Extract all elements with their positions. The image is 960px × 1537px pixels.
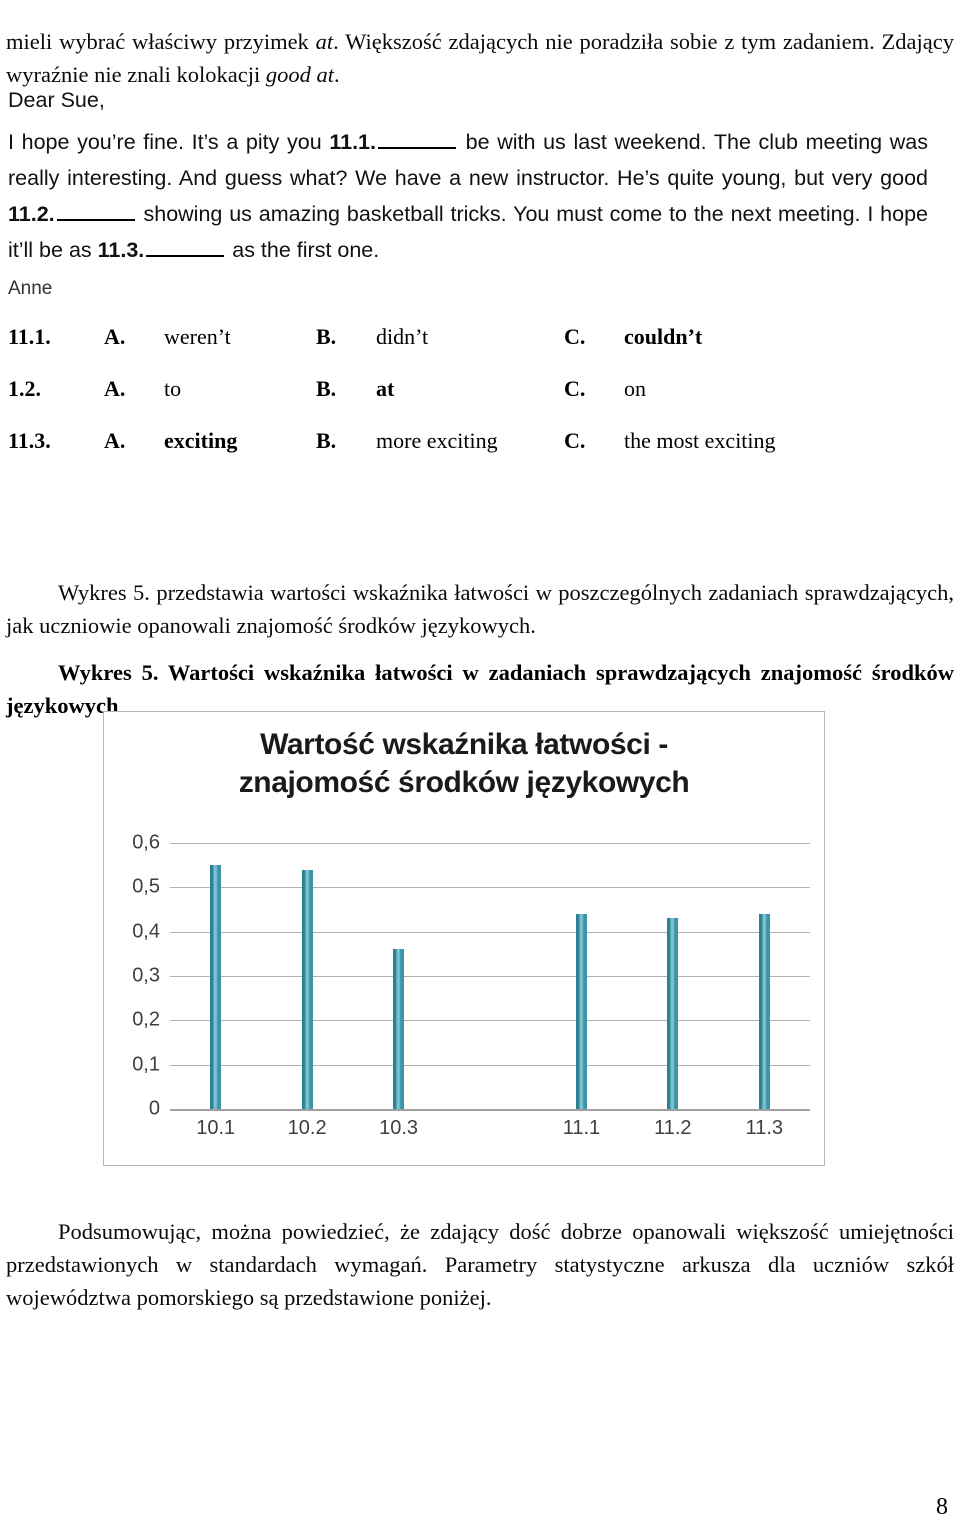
intro-text-1: mieli wybrać właściwy przyimek — [6, 28, 316, 54]
option-text: more exciting — [376, 428, 498, 453]
option-letter: A. — [104, 428, 126, 453]
answer-row-question: 11.3. — [8, 428, 51, 453]
chart-y-tick-label: 0 — [148, 1097, 160, 1120]
option-letter: A. — [104, 324, 126, 349]
answer-row: 11.3. A. exciting B. more exciting C. th… — [8, 428, 868, 480]
chart-bars — [170, 843, 810, 1109]
answer-row-question: 1.2. — [8, 376, 41, 401]
chart-title: Wartość wskaźnika łatwości - znajomość ś… — [104, 726, 824, 802]
option-letter: C. — [564, 428, 586, 453]
answer-option[interactable]: B. didn’t — [316, 324, 564, 350]
document-page: mieli wybrać właściwy przyimek at. Więks… — [0, 0, 960, 1537]
chart-container: Wartość wskaźnika łatwości - znajomość ś… — [103, 711, 825, 1166]
answer-option[interactable]: C. the most exciting — [564, 428, 776, 454]
chart-bar — [758, 913, 770, 1109]
wykres-intro-paragraph: Wykres 5. przedstawia wartości wskaźnika… — [6, 579, 954, 638]
intro-paragraph: mieli wybrać właściwy przyimek at. Więks… — [6, 25, 954, 91]
answer-option[interactable]: A. exciting — [104, 428, 316, 454]
chart-y-tick-label: 0,5 — [132, 875, 160, 898]
option-text: couldn’t — [624, 324, 703, 349]
answer-option[interactable]: C. on — [564, 376, 646, 402]
letter-segment-4: as the first one. — [226, 238, 380, 262]
chart-x-tick-label: 10.3 — [379, 1117, 419, 1139]
option-text: the most exciting — [624, 428, 776, 453]
option-text: weren’t — [164, 324, 231, 349]
gap-number-11-3: 11.3. — [97, 238, 145, 262]
answer-option[interactable]: A. to — [104, 376, 316, 402]
chart-y-axis-labels: 0,6 0,5 0,4 0,3 0,2 0,1 0 — [104, 832, 164, 1120]
chart-x-tick-label: 10.1 — [196, 1117, 236, 1139]
chart-bar — [667, 918, 679, 1109]
chart-title-line-1: Wartość wskaźnika łatwości - — [260, 728, 668, 761]
option-text: on — [624, 376, 646, 401]
gap-blank-11-3[interactable] — [146, 239, 225, 257]
chart-x-tick-label: 11.1 — [562, 1117, 601, 1139]
option-text: didn’t — [376, 324, 429, 349]
gap-blank-11-2[interactable] — [56, 203, 135, 221]
answer-row: 1.2. A. to B. at C. on — [8, 376, 868, 428]
gap-number-11-2: 11.2. — [8, 202, 55, 226]
chart-plot-wrapper: 0,6 0,5 0,4 0,3 0,2 0,1 0 10.1 10.2 10.3 11.1 11.2… — [104, 832, 826, 1165]
option-letter: B. — [316, 376, 337, 401]
chart-y-tick-label: 0,2 — [132, 1008, 160, 1031]
chart-y-tick-label: 0,6 — [132, 831, 160, 854]
option-text: to — [164, 376, 182, 401]
answer-option[interactable]: A. weren’t — [104, 324, 316, 350]
option-letter: B. — [316, 324, 337, 349]
option-letter: C. — [564, 324, 586, 349]
option-text: exciting — [164, 428, 238, 453]
closing-paragraph: Podsumowując, można powiedzieć, że zdają… — [6, 1218, 954, 1310]
answer-option[interactable]: B. at — [316, 376, 564, 402]
chart-x-axis-labels: 10.1 10.2 10.3 11.1 11.2 11.3 — [170, 1117, 810, 1157]
answer-row-question: 11.1. — [8, 324, 51, 349]
page-number: 8 — [936, 1494, 948, 1520]
answer-options-list: 11.1. A. weren’t B. didn’t C. couldn’t 1… — [8, 324, 868, 480]
chart-bar — [210, 865, 222, 1109]
answer-option[interactable]: C. couldn’t — [564, 324, 702, 350]
chart-y-tick-label: 0,3 — [132, 964, 160, 987]
letter-salutation: Dear Sue, — [8, 88, 105, 112]
answer-option[interactable]: B. more exciting — [316, 428, 564, 454]
option-text: at — [376, 376, 395, 401]
chart-title-line-2: znajomość środków językowych — [238, 766, 690, 799]
gap-blank-11-1[interactable] — [378, 131, 456, 149]
letter-body: I hope you’re fine. It’s a pity you 11.1… — [8, 124, 928, 268]
letter-signoff: Anne — [8, 278, 53, 299]
chart-x-tick-label: 10.2 — [287, 1117, 327, 1139]
gap-number-11-1: 11.1. — [329, 130, 376, 154]
answer-row: 11.1. A. weren’t B. didn’t C. couldn’t — [8, 324, 868, 376]
chart-gridline — [170, 1109, 810, 1111]
chart-x-tick-label: 11.3 — [745, 1117, 784, 1139]
chart-bar — [393, 949, 405, 1109]
option-letter: A. — [104, 376, 126, 401]
chart-y-tick-label: 0,4 — [132, 920, 160, 943]
option-letter: B. — [316, 428, 337, 453]
chart-plot-area — [170, 843, 810, 1111]
intro-italic-at: at — [315, 28, 334, 54]
letter-task-block: Dear Sue, I hope you’re fine. It’s a pit… — [8, 82, 928, 307]
letter-segment-1: I hope you’re fine. It’s a pity you — [8, 130, 330, 154]
option-letter: C. — [564, 376, 586, 401]
chart-bar — [301, 869, 313, 1109]
chart-y-tick-label: 0,1 — [132, 1053, 160, 1076]
chart-bar — [575, 913, 587, 1109]
chart-x-tick-label: 11.2 — [654, 1117, 692, 1139]
